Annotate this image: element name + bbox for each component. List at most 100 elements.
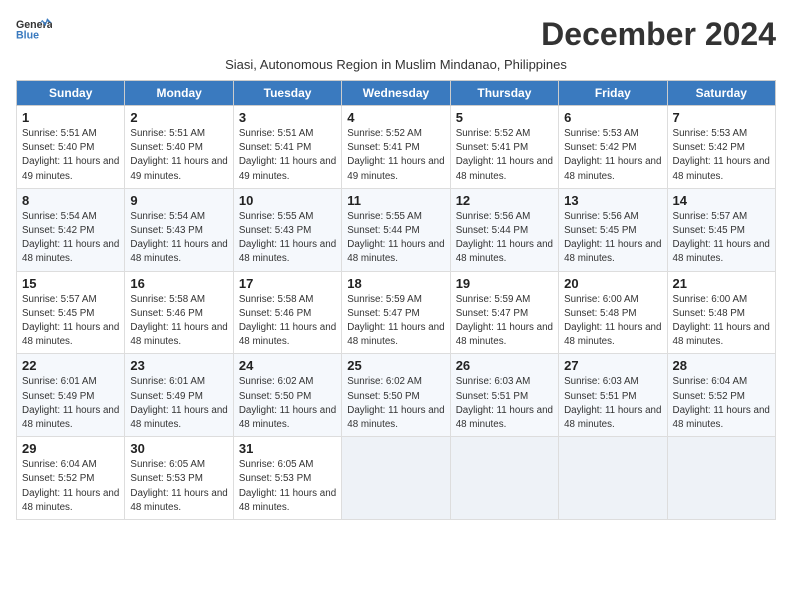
calendar-cell: 27 Sunrise: 6:03 AM Sunset: 5:51 PM Dayl… (559, 354, 667, 437)
day-number: 12 (456, 193, 553, 208)
day-number: 28 (673, 358, 770, 373)
day-info: Sunrise: 6:01 AM Sunset: 5:49 PM Dayligh… (22, 375, 119, 432)
day-info: Sunrise: 6:00 AM Sunset: 5:48 PM Dayligh… (673, 293, 770, 350)
day-number: 30 (130, 441, 227, 456)
day-number: 27 (564, 358, 661, 373)
day-info: Sunrise: 6:03 AM Sunset: 5:51 PM Dayligh… (564, 375, 661, 432)
calendar-cell: 23 Sunrise: 6:01 AM Sunset: 5:49 PM Dayl… (125, 354, 233, 437)
day-number: 23 (130, 358, 227, 373)
calendar-cell: 6 Sunrise: 5:53 AM Sunset: 5:42 PM Dayli… (559, 106, 667, 189)
calendar-cell: 17 Sunrise: 5:58 AM Sunset: 5:46 PM Dayl… (233, 271, 341, 354)
day-info: Sunrise: 5:58 AM Sunset: 5:46 PM Dayligh… (130, 293, 227, 350)
day-number: 29 (22, 441, 119, 456)
day-number: 26 (456, 358, 553, 373)
day-info: Sunrise: 5:51 AM Sunset: 5:40 PM Dayligh… (130, 127, 227, 184)
day-info: Sunrise: 5:53 AM Sunset: 5:42 PM Dayligh… (673, 127, 770, 184)
day-number: 24 (239, 358, 336, 373)
calendar-cell: 10 Sunrise: 5:55 AM Sunset: 5:43 PM Dayl… (233, 188, 341, 271)
calendar-cell: 3 Sunrise: 5:51 AM Sunset: 5:41 PM Dayli… (233, 106, 341, 189)
calendar-cell (342, 437, 450, 520)
calendar-cell: 19 Sunrise: 5:59 AM Sunset: 5:47 PM Dayl… (450, 271, 558, 354)
day-info: Sunrise: 5:52 AM Sunset: 5:41 PM Dayligh… (347, 127, 444, 184)
day-info: Sunrise: 6:05 AM Sunset: 5:53 PM Dayligh… (130, 458, 227, 515)
weekday-header-friday: Friday (559, 81, 667, 106)
calendar-cell: 1 Sunrise: 5:51 AM Sunset: 5:40 PM Dayli… (17, 106, 125, 189)
calendar-cell: 21 Sunrise: 6:00 AM Sunset: 5:48 PM Dayl… (667, 271, 775, 354)
day-info: Sunrise: 5:55 AM Sunset: 5:44 PM Dayligh… (347, 210, 444, 267)
day-number: 4 (347, 110, 444, 125)
day-info: Sunrise: 5:58 AM Sunset: 5:46 PM Dayligh… (239, 293, 336, 350)
calendar-cell (667, 437, 775, 520)
day-info: Sunrise: 5:56 AM Sunset: 5:45 PM Dayligh… (564, 210, 661, 267)
month-title: December 2024 (541, 16, 776, 53)
day-number: 9 (130, 193, 227, 208)
day-number: 22 (22, 358, 119, 373)
day-info: Sunrise: 6:03 AM Sunset: 5:51 PM Dayligh… (456, 375, 553, 432)
day-number: 18 (347, 276, 444, 291)
day-number: 10 (239, 193, 336, 208)
day-info: Sunrise: 5:59 AM Sunset: 5:47 PM Dayligh… (456, 293, 553, 350)
day-number: 17 (239, 276, 336, 291)
weekday-header-monday: Monday (125, 81, 233, 106)
day-number: 11 (347, 193, 444, 208)
calendar-cell: 7 Sunrise: 5:53 AM Sunset: 5:42 PM Dayli… (667, 106, 775, 189)
day-info: Sunrise: 6:04 AM Sunset: 5:52 PM Dayligh… (673, 375, 770, 432)
day-info: Sunrise: 6:00 AM Sunset: 5:48 PM Dayligh… (564, 293, 661, 350)
calendar-cell: 5 Sunrise: 5:52 AM Sunset: 5:41 PM Dayli… (450, 106, 558, 189)
day-number: 13 (564, 193, 661, 208)
calendar-cell: 26 Sunrise: 6:03 AM Sunset: 5:51 PM Dayl… (450, 354, 558, 437)
weekday-header-sunday: Sunday (17, 81, 125, 106)
day-number: 21 (673, 276, 770, 291)
calendar-cell: 4 Sunrise: 5:52 AM Sunset: 5:41 PM Dayli… (342, 106, 450, 189)
day-number: 7 (673, 110, 770, 125)
subtitle: Siasi, Autonomous Region in Muslim Minda… (16, 57, 776, 72)
page-header: General Blue December 2024 (16, 16, 776, 53)
logo-icon: General Blue (16, 16, 52, 40)
day-number: 25 (347, 358, 444, 373)
calendar-table: SundayMondayTuesdayWednesdayThursdayFrid… (16, 80, 776, 520)
calendar-cell: 11 Sunrise: 5:55 AM Sunset: 5:44 PM Dayl… (342, 188, 450, 271)
day-number: 5 (456, 110, 553, 125)
day-number: 19 (456, 276, 553, 291)
day-number: 14 (673, 193, 770, 208)
weekday-header-wednesday: Wednesday (342, 81, 450, 106)
calendar-cell: 22 Sunrise: 6:01 AM Sunset: 5:49 PM Dayl… (17, 354, 125, 437)
day-number: 15 (22, 276, 119, 291)
day-info: Sunrise: 5:57 AM Sunset: 5:45 PM Dayligh… (673, 210, 770, 267)
calendar-cell (559, 437, 667, 520)
weekday-header-tuesday: Tuesday (233, 81, 341, 106)
day-info: Sunrise: 5:56 AM Sunset: 5:44 PM Dayligh… (456, 210, 553, 267)
day-info: Sunrise: 6:02 AM Sunset: 5:50 PM Dayligh… (347, 375, 444, 432)
calendar-cell: 30 Sunrise: 6:05 AM Sunset: 5:53 PM Dayl… (125, 437, 233, 520)
calendar-cell: 13 Sunrise: 5:56 AM Sunset: 5:45 PM Dayl… (559, 188, 667, 271)
calendar-cell: 14 Sunrise: 5:57 AM Sunset: 5:45 PM Dayl… (667, 188, 775, 271)
calendar-cell (450, 437, 558, 520)
day-info: Sunrise: 5:57 AM Sunset: 5:45 PM Dayligh… (22, 293, 119, 350)
day-info: Sunrise: 5:52 AM Sunset: 5:41 PM Dayligh… (456, 127, 553, 184)
calendar-cell: 29 Sunrise: 6:04 AM Sunset: 5:52 PM Dayl… (17, 437, 125, 520)
day-info: Sunrise: 6:02 AM Sunset: 5:50 PM Dayligh… (239, 375, 336, 432)
day-number: 31 (239, 441, 336, 456)
day-number: 1 (22, 110, 119, 125)
calendar-cell: 15 Sunrise: 5:57 AM Sunset: 5:45 PM Dayl… (17, 271, 125, 354)
svg-text:Blue: Blue (16, 30, 39, 40)
day-info: Sunrise: 5:51 AM Sunset: 5:41 PM Dayligh… (239, 127, 336, 184)
day-number: 2 (130, 110, 227, 125)
weekday-header-saturday: Saturday (667, 81, 775, 106)
calendar-cell: 24 Sunrise: 6:02 AM Sunset: 5:50 PM Dayl… (233, 354, 341, 437)
day-info: Sunrise: 6:05 AM Sunset: 5:53 PM Dayligh… (239, 458, 336, 515)
day-info: Sunrise: 5:55 AM Sunset: 5:43 PM Dayligh… (239, 210, 336, 267)
calendar-cell: 25 Sunrise: 6:02 AM Sunset: 5:50 PM Dayl… (342, 354, 450, 437)
day-info: Sunrise: 6:01 AM Sunset: 5:49 PM Dayligh… (130, 375, 227, 432)
day-number: 20 (564, 276, 661, 291)
calendar-cell: 16 Sunrise: 5:58 AM Sunset: 5:46 PM Dayl… (125, 271, 233, 354)
calendar-cell: 28 Sunrise: 6:04 AM Sunset: 5:52 PM Dayl… (667, 354, 775, 437)
day-number: 8 (22, 193, 119, 208)
day-number: 6 (564, 110, 661, 125)
day-info: Sunrise: 5:54 AM Sunset: 5:42 PM Dayligh… (22, 210, 119, 267)
day-info: Sunrise: 5:53 AM Sunset: 5:42 PM Dayligh… (564, 127, 661, 184)
logo: General Blue (16, 16, 52, 45)
day-info: Sunrise: 5:59 AM Sunset: 5:47 PM Dayligh… (347, 293, 444, 350)
calendar-cell: 9 Sunrise: 5:54 AM Sunset: 5:43 PM Dayli… (125, 188, 233, 271)
weekday-header-thursday: Thursday (450, 81, 558, 106)
